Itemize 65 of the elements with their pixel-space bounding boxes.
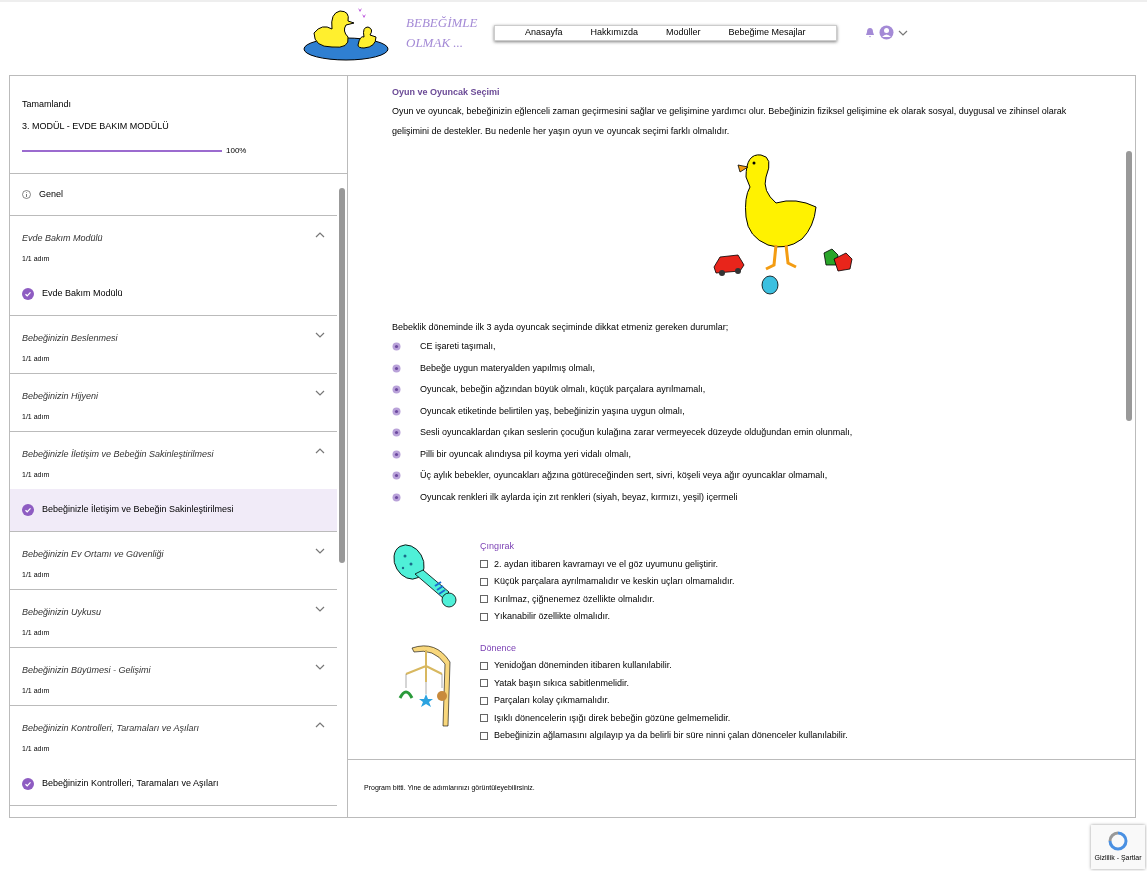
chevron-down-icon [315, 548, 325, 554]
checkbox-icon [480, 679, 488, 688]
toy-tip-text: 2. aydan itibaren kavramayı ve el göz uyumunu geliştirir. [494, 557, 719, 571]
bell-icon[interactable] [864, 27, 875, 38]
list-intro-text: Bebeklik döneminde ilk 3 ayda oyuncak seçiminde dikkat etmeniz gereken durumlar; [392, 320, 730, 334]
flower-bullet-icon [392, 385, 401, 395]
toy-tip-text: Parçaları kolay çıkmamalıdır. [494, 694, 610, 707]
checkbox-icon [480, 612, 488, 621]
bullet-text: Oyuncak renkleri ilk aylarda için zıt renkleri (siyah, beyaz, kırmızı, yeşil) içermeli [420, 490, 738, 504]
bullet-text: Sesli oyuncaklardan çıkan seslerin çocuğun kulağına zarar vermeyecek düzeyde olduğundan emin olunmalı, [420, 426, 853, 439]
bullet-text: Oyuncak, bebeğin ağzından büyük olmalı, küçük parçalara ayrılmamalı, [420, 383, 706, 396]
nav-link[interactable]: Hakkımızda [576, 25, 653, 40]
bullet-text: Oyuncak etiketinde belirtilen yaş, bebeğinizin yaşına uygun olmalı, [420, 404, 685, 418]
checkbox-icon [480, 560, 488, 569]
flower-bullet-icon [392, 492, 401, 502]
chevron-up-icon [315, 722, 325, 728]
general-link[interactable]: Genel [39, 187, 64, 202]
checkbox-icon [480, 731, 488, 740]
flower-bullet-icon [392, 363, 401, 373]
toy-tip-text: Yenidoğan döneminden itibaren kullanılabilir. [494, 659, 672, 672]
toy-title: Dönence [480, 641, 518, 655]
chevron-up-icon [315, 232, 325, 238]
info-icon [22, 190, 31, 199]
flower-bullet-icon [392, 342, 401, 352]
toy-tip-text: Işıklı dönencelerin ışığı direk bebeğin gözüne gelmemelidir. [494, 711, 731, 725]
nav-link[interactable]: Modüller [652, 25, 715, 40]
toy-tip-text: Küçük parçalara ayrılmamalıdır ve keskin uçları olmamalıdır. [494, 575, 735, 588]
nav-link[interactable]: Anasayfa [511, 25, 577, 40]
toy-tip-text: Bebeğinizin ağlamasını algılayıp ya da belirli bir süre ninni çalan dönenceler kullanılabilir. [494, 729, 848, 742]
checkbox-icon [480, 577, 488, 586]
progress-reading: 100% [226, 145, 247, 157]
brand-text: BEBEĞİMLE [406, 13, 478, 32]
status-text: Tamamlandı [22, 98, 73, 111]
flower-bullet-icon [392, 428, 401, 438]
intro-paragraph: Oyun ve oyuncak, bebeğinizin eğlenceli zaman geçirmesini sağlar ve gelişimine yardımcı olur. Bebeğinizin fiziksel gelişimine ek olarak sosyal, duygusal ve zihinsel olarak gelişimini de destekler. Bu nedenle her yaşın oyun ve oyuncak seçimi farklı olmalıdır. [392, 104, 1068, 138]
brand-text: OLMAK ... [406, 33, 465, 52]
step-item[interactable]: Bebeğinizin Kontrolleri, Taramaları ve Aşıları [10, 763, 337, 805]
checkbox-icon [480, 661, 488, 670]
nav-link[interactable]: Bebeğime Mesajlar [714, 25, 820, 40]
module-title: 3. MODÜL - EVDE BAKIM MODÜLÜ [22, 119, 170, 133]
chevron-down-icon [315, 332, 325, 338]
user-avatar-icon[interactable] [878, 25, 894, 40]
flower-bullet-icon [392, 449, 401, 459]
chevron-up-icon [315, 448, 325, 454]
chevron-down-icon [315, 390, 325, 396]
toy-title: Çıngırak [480, 540, 515, 553]
bullet-text: CE işareti taşımalı, [420, 340, 496, 353]
bullet-text: Pilli bir oyuncak alındıysa pil koyma yeri vidalı olmalı, [420, 447, 632, 461]
bullet-text: Bebeğe uygun materyalden yapılmış olmalı, [420, 361, 596, 375]
checkbox-icon [480, 714, 488, 723]
step-item[interactable]: Bebeğinizle İletişim ve Bebeğin Sakinleştirilmesi [10, 489, 337, 531]
section-heading: Oyun ve Oyuncak Seçimi [392, 86, 501, 99]
chevron-down-icon [315, 664, 325, 670]
chevron-down-icon [897, 29, 908, 36]
step-item[interactable]: Evde Bakım Modülü [10, 273, 337, 315]
chevron-down-icon [315, 606, 325, 612]
flower-bullet-icon [392, 406, 401, 416]
checkbox-icon [480, 696, 488, 705]
flower-bullet-icon [392, 471, 401, 481]
bullet-text: Üç aylık bebekler, oyuncakları ağzına götüreceğinden sert, sivri, köşeli veya ağır oyuncaklar olmamalı, [420, 469, 828, 482]
toy-tip-text: Yatak başın sıkıca sabitlenmelidir. [494, 676, 629, 690]
checkbox-icon [480, 595, 488, 604]
toy-tip-text: Yıkanabilir özellikte olmalıdır. [494, 610, 611, 623]
toy-tip-text: Kırılmaz, çiğnenemez özellikte olmalıdır. [494, 592, 655, 606]
recaptcha-icon [1108, 830, 1128, 851]
